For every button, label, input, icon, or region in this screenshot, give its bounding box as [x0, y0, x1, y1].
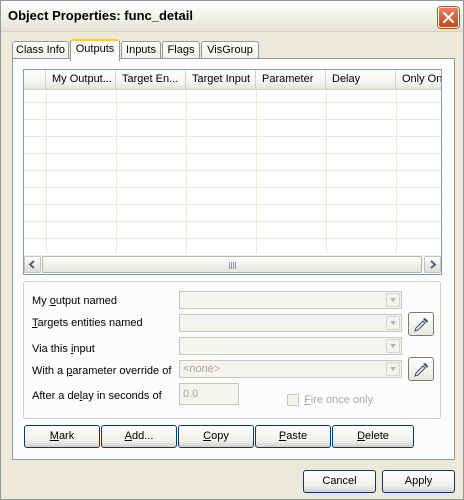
arrow-left-icon	[28, 260, 35, 269]
delay-input[interactable]: 0.0	[179, 383, 239, 405]
paste-button[interactable]: Paste	[255, 425, 331, 448]
chevron-down-icon[interactable]	[386, 293, 400, 307]
horizontal-scrollbar[interactable]	[24, 255, 441, 273]
eyedropper-icon	[414, 363, 428, 377]
pick-target-button[interactable]	[408, 312, 434, 336]
list-header: My Output... Target En... Target Input P…	[24, 70, 441, 90]
column-header-only-once[interactable]: Only On	[396, 70, 441, 89]
column-header-my-output[interactable]: My Output...	[46, 70, 116, 89]
column-header-target-input[interactable]: Target Input	[186, 70, 256, 89]
list-grid	[24, 90, 441, 254]
fire-once-checkbox[interactable]	[287, 394, 299, 406]
output-named-label: My output named	[32, 295, 118, 307]
tab-visgroup[interactable]: VisGroup	[201, 41, 259, 59]
tab-inputs[interactable]: Inputs	[121, 41, 161, 59]
column-header-target-entity[interactable]: Target En...	[116, 70, 186, 89]
scroll-right-button[interactable]	[424, 256, 441, 273]
apply-button[interactable]: Apply	[382, 470, 455, 493]
parameter-override-label: With a parameter override of	[32, 365, 172, 377]
column-header-delay[interactable]: Delay	[326, 70, 396, 89]
title-bar[interactable]: Object Properties: func_detail	[1, 1, 463, 32]
chevron-down-icon[interactable]	[386, 362, 400, 376]
delay-label: After a delay in seconds of	[32, 390, 162, 402]
chevron-down-icon[interactable]	[386, 316, 400, 330]
outputs-list[interactable]: My Output... Target En... Target Input P…	[23, 69, 442, 275]
eyedropper-icon	[414, 318, 428, 332]
via-input-label: Via this input	[32, 343, 95, 355]
parameter-value: <none>	[183, 363, 221, 375]
tab-class-info[interactable]: Class Info	[12, 41, 69, 59]
chevron-down-icon[interactable]	[386, 339, 400, 353]
fire-once-label: Fire once only	[304, 394, 374, 406]
cancel-button[interactable]: Cancel	[303, 470, 376, 493]
close-button[interactable]	[438, 7, 459, 28]
scroll-left-button[interactable]	[24, 256, 41, 273]
column-header-icon[interactable]	[24, 70, 46, 89]
tab-flags[interactable]: Flags	[162, 41, 200, 59]
targets-entities-label: Targets entities named	[32, 317, 143, 329]
scroll-thumb[interactable]	[42, 256, 422, 273]
tab-outputs[interactable]: Outputs	[70, 39, 120, 61]
column-header-parameter[interactable]: Parameter	[256, 70, 326, 89]
close-icon	[443, 12, 454, 23]
window-title: Object Properties: func_detail	[8, 8, 193, 23]
grip-icon	[229, 262, 236, 269]
copy-button[interactable]: Copy	[178, 425, 254, 448]
add-button[interactable]: Add...	[101, 425, 177, 448]
pick-parameter-button[interactable]	[408, 357, 434, 381]
output-named-combo[interactable]	[179, 291, 402, 309]
properties-dialog: Object Properties: func_detail Class Inf…	[0, 0, 464, 500]
parameter-combo[interactable]: <none>	[179, 360, 402, 378]
mark-button[interactable]: Mark	[24, 425, 100, 448]
arrow-right-icon	[430, 260, 437, 269]
input-combo[interactable]	[179, 337, 402, 355]
target-entity-combo[interactable]	[179, 314, 402, 332]
delete-button[interactable]: Delete	[332, 425, 414, 448]
